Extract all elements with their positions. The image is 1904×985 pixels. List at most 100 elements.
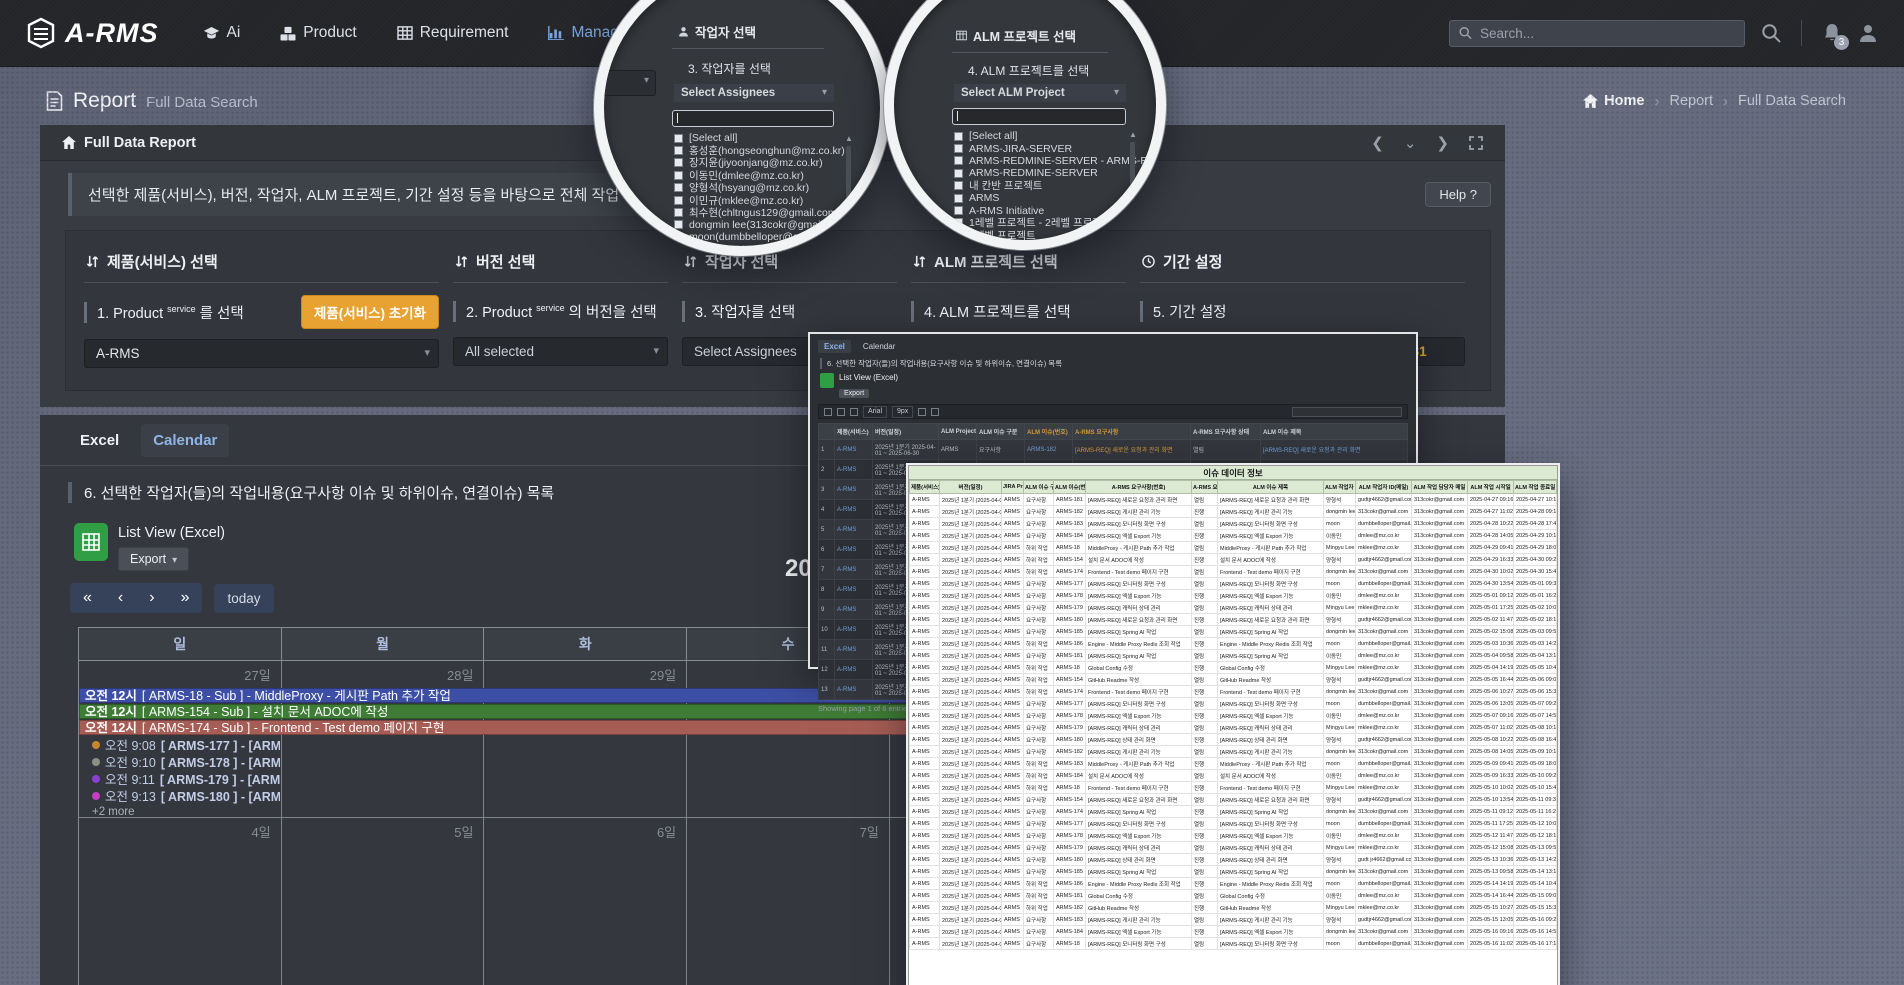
scrollbar[interactable] <box>1130 142 1135 216</box>
checkbox[interactable] <box>954 194 963 203</box>
sheet-row[interactable]: A-RMS2025년 1분기 (2025-04-01 ~ 2025-06-30)… <box>910 674 1557 686</box>
sheet-row[interactable]: A-RMS2025년 1분기 (2025-04-01 ~ 2025-06-30)… <box>910 938 1557 950</box>
sheet-row[interactable]: A-RMS2025년 1분기 (2025-04-01 ~ 2025-06-30)… <box>910 662 1557 674</box>
alm-option[interactable]: 내 칸반 프로젝트 <box>954 180 1155 192</box>
calendar-nav-button[interactable]: ‹ <box>105 583 136 613</box>
sheet-row[interactable]: A-RMS2025년 1분기 (2025-04-01 ~ 2025-06-30)… <box>910 854 1557 866</box>
checkbox[interactable] <box>674 171 683 180</box>
checkbox[interactable] <box>674 158 683 167</box>
product-select[interactable]: A-RMS▾ <box>84 339 439 368</box>
checkbox[interactable] <box>954 169 963 178</box>
sheet-row[interactable]: A-RMS2025년 1분기 (2025-04-01 ~ 2025-06-30)… <box>910 506 1557 518</box>
sheet-row[interactable]: A-RMS2025년 1분기 (2025-04-01 ~ 2025-06-30)… <box>910 518 1557 530</box>
product-reset-button[interactable]: 제품(서비스) 초기화 <box>301 295 439 329</box>
align-icon[interactable] <box>931 408 939 416</box>
sheet-row[interactable]: A-RMS2025년 1분기 (2025-04-01 ~ 2025-06-30)… <box>910 878 1557 890</box>
sheet-row[interactable]: A-RMS2025년 1분기 (2025-04-01 ~ 2025-06-30)… <box>910 494 1557 506</box>
user-avatar-icon[interactable] <box>1858 23 1878 43</box>
checkbox[interactable] <box>674 146 683 155</box>
print-icon[interactable] <box>837 408 845 416</box>
sheet-row[interactable]: A-RMS2025년 1분기 (2025-04-01 ~ 2025-06-30)… <box>910 794 1557 806</box>
column-header[interactable]: 버전(일정) <box>873 424 939 440</box>
collapse-left-icon[interactable]: ❮ <box>1371 134 1384 152</box>
checkbox[interactable] <box>674 220 683 229</box>
sheet-row[interactable]: A-RMS2025년 1분기 (2025-04-01 ~ 2025-06-30)… <box>910 650 1557 662</box>
day-cell[interactable]: 4일 <box>79 818 282 985</box>
scrollbar[interactable] <box>846 146 851 224</box>
menu-requirement[interactable]: Requirement <box>397 24 509 42</box>
checkbox[interactable] <box>954 231 963 240</box>
column-header[interactable]: 제품(서비스) <box>835 424 873 440</box>
sheet-row[interactable]: A-RMS2025년 1분기 (2025-04-01 ~ 2025-06-30)… <box>910 602 1557 614</box>
calendar-dot-event[interactable]: 오전 9:13[ ARMS-180 ] - [ARMS-REQ] 상패 2 <box>79 787 280 804</box>
checkbox[interactable] <box>954 218 963 227</box>
day-cell[interactable]: 6일 <box>484 818 687 985</box>
paint-icon[interactable] <box>850 408 858 416</box>
export-button[interactable]: Export▾ <box>118 547 189 571</box>
assignee-option[interactable]: dongmin lee(313cokr@gmail.com) <box>674 219 849 231</box>
column-header[interactable] <box>819 424 835 440</box>
sheet-row[interactable]: A-RMS2025년 1분기 (2025-04-01 ~ 2025-06-30)… <box>910 842 1557 854</box>
breadcrumb-home[interactable]: Home <box>1583 93 1644 109</box>
sheet-row[interactable]: A-RMS2025년 1분기 (2025-04-01 ~ 2025-06-30)… <box>910 578 1557 590</box>
column-header[interactable]: ALM 이슈 제목 <box>1261 424 1408 440</box>
mini-export-button[interactable]: Export <box>839 389 869 398</box>
calendar-nav-button[interactable]: « <box>70 583 105 613</box>
sheet-row[interactable]: A-RMS2025년 1분기 (2025-04-01 ~ 2025-06-30)… <box>910 734 1557 746</box>
sheet-row[interactable]: A-RMS2025년 1분기 (2025-04-01 ~ 2025-06-30)… <box>910 926 1557 938</box>
calendar-dot-event[interactable]: 오전 9:08[ ARMS-177 ] - [ARMS-REQ] 모니터 <box>79 736 280 753</box>
tab-excel[interactable]: Excel <box>68 424 131 457</box>
sheet-row[interactable]: A-RMS2025년 1분기 (2025-04-01 ~ 2025-06-30)… <box>910 638 1557 650</box>
sheet-row[interactable]: A-RMS2025년 1분기 (2025-04-01 ~ 2025-06-30)… <box>910 890 1557 902</box>
menu-ai[interactable]: Ai <box>203 24 241 42</box>
version-select[interactable]: All selected▾ <box>453 337 668 366</box>
checkbox[interactable] <box>674 196 683 205</box>
calendar-dot-event[interactable]: 오전 9:10[ ARMS-178 ] - [ARMS-REQ] 엑스버 <box>79 753 280 770</box>
column-header[interactable]: ALM Project <box>939 424 977 440</box>
sheet-row[interactable]: A-RMS2025년 1분기 (2025-04-01 ~ 2025-06-30)… <box>910 722 1557 734</box>
menu-product[interactable]: Product <box>280 24 356 42</box>
sheet-row[interactable]: A-RMS2025년 1분기 (2025-04-01 ~ 2025-06-30)… <box>910 710 1557 722</box>
excel-table-row[interactable]: 1A-RMS2025년 1분기 2025-04-01 ~ 2025-06-30A… <box>819 440 1408 460</box>
global-search[interactable] <box>1449 20 1745 47</box>
sheet-row[interactable]: A-RMS2025년 1분기 (2025-04-01 ~ 2025-06-30)… <box>910 566 1557 578</box>
bold-icon[interactable] <box>918 408 926 416</box>
undo-icon[interactable] <box>824 408 832 416</box>
sheet-row[interactable]: A-RMS2025년 1분기 (2025-04-01 ~ 2025-06-30)… <box>910 830 1557 842</box>
sheet-row[interactable]: A-RMS2025년 1분기 (2025-04-01 ~ 2025-06-30)… <box>910 554 1557 566</box>
alm-option[interactable]: [Select all] <box>954 130 1155 142</box>
day-cell[interactable]: 7일 <box>687 818 890 985</box>
assignee-option[interactable]: 최수현(chltngus129@gmail.com) <box>674 206 849 218</box>
calendar-nav-button[interactable]: › <box>136 583 167 613</box>
search-input[interactable] <box>1480 26 1735 41</box>
tab-calendar[interactable]: Calendar <box>141 424 229 457</box>
sheet-row[interactable]: A-RMS2025년 1분기 (2025-04-01 ~ 2025-06-30)… <box>910 866 1557 878</box>
alm-filter-input[interactable] <box>952 108 1126 125</box>
sheet-row[interactable]: A-RMS2025년 1분기 (2025-04-01 ~ 2025-06-30)… <box>910 806 1557 818</box>
column-header[interactable]: ALM 이슈 구분 <box>977 424 1025 440</box>
sheet-row[interactable]: A-RMS2025년 1분기 (2025-04-01 ~ 2025-06-30)… <box>910 770 1557 782</box>
search-submit-icon[interactable] <box>1761 23 1781 43</box>
sheet-row[interactable]: A-RMS2025년 1분기 (2025-04-01 ~ 2025-06-30)… <box>910 914 1557 926</box>
column-header[interactable]: ALM 이슈(번호) <box>1025 424 1073 440</box>
assignee-filter-input[interactable] <box>672 110 834 127</box>
font-size-select[interactable]: 9px <box>892 406 913 418</box>
sheet-row[interactable]: A-RMS2025년 1분기 (2025-04-01 ~ 2025-06-30)… <box>910 818 1557 830</box>
checkbox[interactable] <box>674 233 683 242</box>
day-cell[interactable]: 5일 <box>282 818 485 985</box>
mini-tab-calendar[interactable]: Calendar <box>857 340 901 353</box>
checkbox[interactable] <box>954 206 963 215</box>
mini-tab-excel[interactable]: Excel <box>818 340 851 353</box>
breadcrumb-report[interactable]: Report <box>1669 93 1713 109</box>
sheet-search-input[interactable] <box>1292 407 1402 417</box>
assignee-dropdown-header[interactable]: Select Assignees▾ <box>674 84 834 102</box>
checkbox[interactable] <box>674 183 683 192</box>
sheet-row[interactable]: A-RMS2025년 1분기 (2025-04-01 ~ 2025-06-30)… <box>910 590 1557 602</box>
checkbox[interactable] <box>954 156 963 165</box>
sheet-row[interactable]: A-RMS2025년 1분기 (2025-04-01 ~ 2025-06-30)… <box>910 902 1557 914</box>
sheet-row[interactable]: A-RMS2025년 1분기 (2025-04-01 ~ 2025-06-30)… <box>910 626 1557 638</box>
alm-option[interactable]: 1레벨 프로젝트 <box>954 229 1155 241</box>
today-button[interactable]: today <box>214 584 273 613</box>
collapse-down-icon[interactable]: ⌄ <box>1404 134 1417 152</box>
sheet-row[interactable]: A-RMS2025년 1분기 (2025-04-01 ~ 2025-06-30)… <box>910 542 1557 554</box>
